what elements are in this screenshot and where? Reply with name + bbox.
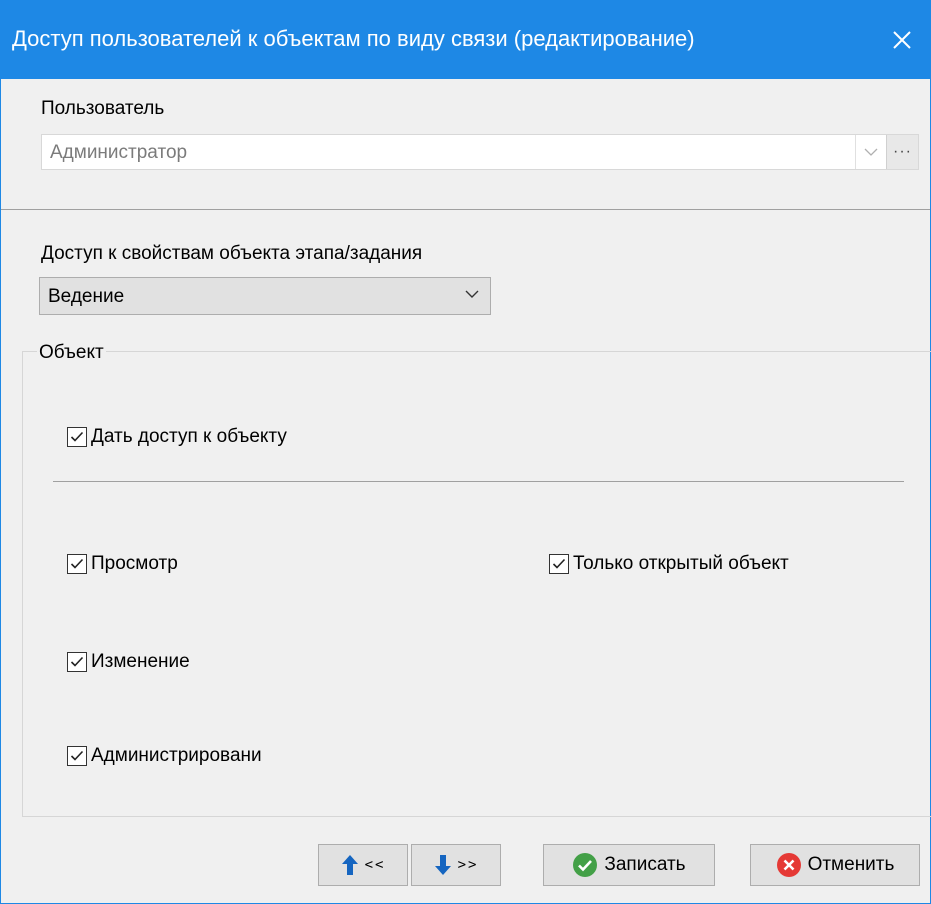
user-label: Пользователь [41,98,165,119]
grant-access-label: Дать доступ к объекту [91,426,287,447]
checkbox-box [67,427,87,447]
prev-label: << [364,857,386,873]
check-icon [70,656,84,667]
chevron-down-icon [864,148,878,156]
user-value: Администратор [50,142,188,163]
view-label: Просмотр [91,553,178,574]
divider [1,209,930,210]
access-label: Доступ к свойствам объекта этапа/задания [41,243,423,264]
admin-label: Администрировани [91,745,262,766]
title-bar: Доступ пользователей к объектам по виду … [1,1,930,79]
next-button[interactable]: >> [411,844,501,886]
change-checkbox[interactable]: Изменение [67,650,190,674]
check-icon [70,558,84,569]
dialog-window: Доступ пользователей к объектам по виду … [0,0,931,904]
checkbox-box [67,554,87,574]
close-icon [893,31,911,49]
save-button[interactable]: Записать [543,844,715,886]
checkbox-box [549,554,569,574]
arrow-up-icon [341,855,358,875]
user-more-button[interactable]: ··· [886,135,918,169]
save-label: Записать [604,854,686,875]
chevron-down-icon [465,290,479,298]
cancel-button[interactable]: Отменить [750,844,920,886]
cancel-label: Отменить [807,854,895,875]
check-icon [552,558,566,569]
checkbox-box [67,746,87,766]
access-value: Ведение [48,286,125,307]
check-icon [70,431,84,442]
check-circle-icon [572,852,598,878]
admin-checkbox[interactable]: Администрировани [67,744,262,768]
only-open-checkbox[interactable]: Только открытый объект [549,552,789,576]
object-group-title: Объект [37,341,106,365]
user-dropdown-button[interactable] [855,135,886,169]
window-title: Доступ пользователей к объектам по виду … [12,26,695,51]
next-label: >> [457,857,479,873]
grant-access-checkbox[interactable]: Дать доступ к объекту [67,425,287,449]
arrow-down-icon [434,855,451,875]
user-combobox[interactable]: Администратор ··· [41,134,919,170]
x-circle-icon [776,852,802,878]
checkbox-box [67,652,87,672]
view-checkbox[interactable]: Просмотр [67,552,178,576]
group-divider [53,481,904,482]
close-button[interactable] [874,1,930,79]
check-icon [70,750,84,761]
prev-button[interactable]: << [318,844,408,886]
only-open-label: Только открытый объект [573,553,789,574]
change-label: Изменение [91,651,190,672]
access-select[interactable]: Ведение [39,277,491,315]
